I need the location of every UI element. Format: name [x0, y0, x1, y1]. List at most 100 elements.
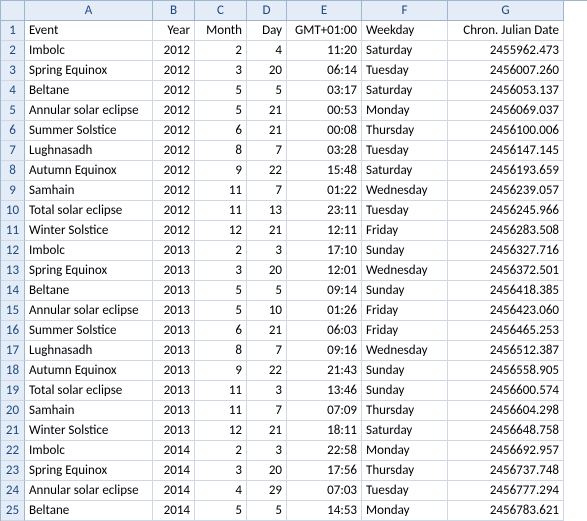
- cell-C21[interactable]: 12: [195, 421, 247, 441]
- cell-G22[interactable]: 2456692.957: [448, 441, 564, 461]
- cell-G4[interactable]: 2456053.137: [448, 81, 564, 101]
- cell-F3[interactable]: Tuesday: [362, 61, 448, 81]
- cell-E12[interactable]: 17:10: [287, 241, 362, 261]
- cell-E3[interactable]: 06:14: [287, 61, 362, 81]
- cell-A20[interactable]: Samhain: [25, 401, 153, 421]
- row-header-24[interactable]: 24: [1, 481, 25, 501]
- cell-B20[interactable]: 2013: [153, 401, 195, 421]
- cell-D1[interactable]: Day: [247, 21, 287, 41]
- cell-C24[interactable]: 4: [195, 481, 247, 501]
- cell-B17[interactable]: 2013: [153, 341, 195, 361]
- cell-D10[interactable]: 13: [247, 201, 287, 221]
- cell-E4[interactable]: 03:17: [287, 81, 362, 101]
- cell-E16[interactable]: 06:03: [287, 321, 362, 341]
- cell-G19[interactable]: 2456600.574: [448, 381, 564, 401]
- cell-B16[interactable]: 2013: [153, 321, 195, 341]
- cell-E20[interactable]: 07:09: [287, 401, 362, 421]
- cell-A1[interactable]: Event: [25, 21, 153, 41]
- cell-C10[interactable]: 11: [195, 201, 247, 221]
- cell-G9[interactable]: 2456239.057: [448, 181, 564, 201]
- row-header-18[interactable]: 18: [1, 361, 25, 381]
- cell-G8[interactable]: 2456193.659: [448, 161, 564, 181]
- cell-F4[interactable]: Saturday: [362, 81, 448, 101]
- cell-E25[interactable]: 14:53: [287, 501, 362, 521]
- cell-E13[interactable]: 12:01: [287, 261, 362, 281]
- cell-D6[interactable]: 21: [247, 121, 287, 141]
- cell-C4[interactable]: 5: [195, 81, 247, 101]
- cell-B25[interactable]: 2014: [153, 501, 195, 521]
- col-header-E[interactable]: E: [287, 1, 362, 21]
- cell-A8[interactable]: Autumn Equinox: [25, 161, 153, 181]
- cell-D21[interactable]: 21: [247, 421, 287, 441]
- cell-A9[interactable]: Samhain: [25, 181, 153, 201]
- cell-A24[interactable]: Annular solar eclipse: [25, 481, 153, 501]
- cell-F8[interactable]: Saturday: [362, 161, 448, 181]
- spreadsheet[interactable]: ABCDEFG1EventYearMonthDayGMT+01:00Weekda…: [0, 0, 587, 521]
- cell-E1[interactable]: GMT+01:00: [287, 21, 362, 41]
- cell-A10[interactable]: Total solar eclipse: [25, 201, 153, 221]
- cell-G2[interactable]: 2455962.473: [448, 41, 564, 61]
- cell-B19[interactable]: 2013: [153, 381, 195, 401]
- cell-G3[interactable]: 2456007.260: [448, 61, 564, 81]
- cell-A15[interactable]: Annular solar eclipse: [25, 301, 153, 321]
- col-header-C[interactable]: C: [195, 1, 247, 21]
- cell-F1[interactable]: Weekday: [362, 21, 448, 41]
- cell-F15[interactable]: Friday: [362, 301, 448, 321]
- row-header-7[interactable]: 7: [1, 141, 25, 161]
- cell-G5[interactable]: 2456069.037: [448, 101, 564, 121]
- cell-G17[interactable]: 2456512.387: [448, 341, 564, 361]
- cell-F24[interactable]: Tuesday: [362, 481, 448, 501]
- cell-G7[interactable]: 2456147.145: [448, 141, 564, 161]
- cell-C23[interactable]: 3: [195, 461, 247, 481]
- row-header-17[interactable]: 17: [1, 341, 25, 361]
- cell-C16[interactable]: 6: [195, 321, 247, 341]
- cell-B14[interactable]: 2013: [153, 281, 195, 301]
- col-header-B[interactable]: B: [153, 1, 195, 21]
- cell-G15[interactable]: 2456423.060: [448, 301, 564, 321]
- cell-E17[interactable]: 09:16: [287, 341, 362, 361]
- cell-D2[interactable]: 4: [247, 41, 287, 61]
- col-header-G[interactable]: G: [448, 1, 564, 21]
- row-header-20[interactable]: 20: [1, 401, 25, 421]
- cell-F10[interactable]: Tuesday: [362, 201, 448, 221]
- cell-B18[interactable]: 2013: [153, 361, 195, 381]
- cell-F6[interactable]: Thursday: [362, 121, 448, 141]
- cell-D14[interactable]: 5: [247, 281, 287, 301]
- row-header-13[interactable]: 13: [1, 261, 25, 281]
- cell-A13[interactable]: Spring Equinox: [25, 261, 153, 281]
- cell-D19[interactable]: 3: [247, 381, 287, 401]
- cell-B13[interactable]: 2013: [153, 261, 195, 281]
- cell-C6[interactable]: 6: [195, 121, 247, 141]
- cell-F14[interactable]: Sunday: [362, 281, 448, 301]
- cell-F9[interactable]: Wednesday: [362, 181, 448, 201]
- cell-C8[interactable]: 9: [195, 161, 247, 181]
- row-header-4[interactable]: 4: [1, 81, 25, 101]
- cell-E2[interactable]: 11:20: [287, 41, 362, 61]
- cell-A23[interactable]: Spring Equinox: [25, 461, 153, 481]
- cell-E5[interactable]: 00:53: [287, 101, 362, 121]
- cell-G21[interactable]: 2456648.758: [448, 421, 564, 441]
- cell-G23[interactable]: 2456737.748: [448, 461, 564, 481]
- row-header-10[interactable]: 10: [1, 201, 25, 221]
- cell-A18[interactable]: Autumn Equinox: [25, 361, 153, 381]
- cell-F11[interactable]: Friday: [362, 221, 448, 241]
- cell-G16[interactable]: 2456465.253: [448, 321, 564, 341]
- row-header-2[interactable]: 2: [1, 41, 25, 61]
- cell-G25[interactable]: 2456783.621: [448, 501, 564, 521]
- row-header-8[interactable]: 8: [1, 161, 25, 181]
- cell-B21[interactable]: 2013: [153, 421, 195, 441]
- cell-B3[interactable]: 2012: [153, 61, 195, 81]
- cell-D13[interactable]: 20: [247, 261, 287, 281]
- cell-G20[interactable]: 2456604.298: [448, 401, 564, 421]
- cell-F23[interactable]: Thursday: [362, 461, 448, 481]
- cell-C19[interactable]: 11: [195, 381, 247, 401]
- cell-D16[interactable]: 21: [247, 321, 287, 341]
- cell-D9[interactable]: 7: [247, 181, 287, 201]
- cell-B2[interactable]: 2012: [153, 41, 195, 61]
- col-header-A[interactable]: A: [25, 1, 153, 21]
- cell-D25[interactable]: 5: [247, 501, 287, 521]
- row-header-1[interactable]: 1: [1, 21, 25, 41]
- cell-D5[interactable]: 21: [247, 101, 287, 121]
- cell-D20[interactable]: 7: [247, 401, 287, 421]
- cell-B22[interactable]: 2014: [153, 441, 195, 461]
